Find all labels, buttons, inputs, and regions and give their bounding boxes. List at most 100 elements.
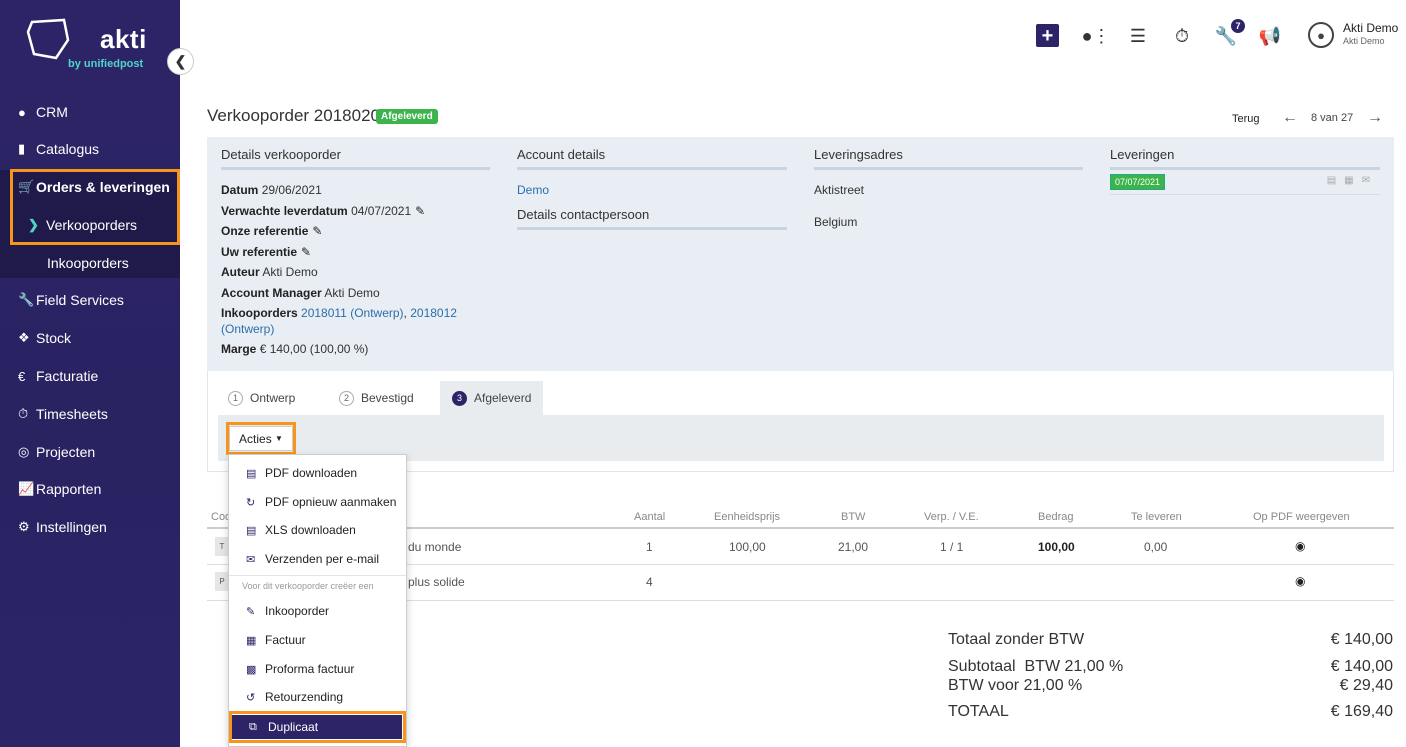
envelope-icon: ✉ (246, 553, 256, 566)
sidebar-item-label: CRM (36, 104, 68, 120)
menu-item-inkooporder[interactable]: ✎ Inkooporder (229, 599, 406, 623)
menu-divider (229, 575, 406, 576)
row-description: du monde (408, 540, 462, 554)
highlight-orders (10, 169, 180, 245)
sidebar: akti by unifiedpost ● CRM ▮ Catalogus 🛒 … (0, 0, 180, 747)
auteur-value: Akti Demo (262, 265, 318, 279)
back-link[interactable]: Terug (1232, 113, 1260, 125)
inkooporders-row: Inkooporders 2018011 (Ontwerp), 2018012 (… (221, 305, 490, 337)
tab-ontwerp[interactable]: 1 Ontwerp (228, 381, 295, 415)
avatar[interactable]: ● (1308, 22, 1334, 48)
menu-section-header: Voor dit verkooporder creëer een (242, 581, 374, 591)
megaphone-icon[interactable]: 📢 (1258, 24, 1282, 48)
sidebar-item-facturatie[interactable]: € Facturatie (0, 361, 180, 391)
pencil-icon[interactable]: ✎ (301, 245, 311, 259)
menu-item-retourzending[interactable]: ↺ Retourzending (229, 685, 406, 709)
row-prijs: 100,00 (729, 540, 766, 554)
col-btw: BTW (841, 511, 866, 523)
pencil-icon[interactable]: ✎ (415, 204, 425, 218)
invoice-icon: ▦ (246, 634, 257, 647)
chevron-left-icon: ❮ (174, 53, 187, 69)
tab-number: 3 (452, 390, 467, 406)
sidebar-item-label: Field Services (36, 292, 124, 308)
inkooporder-link[interactable]: 2018012 (410, 306, 457, 320)
contacts-icon[interactable]: ●⋮ (1082, 24, 1111, 48)
sidebar-item-rapporten[interactable]: 📈 Rapporten (0, 474, 180, 504)
datum-row: Datum 29/06/2021 (221, 180, 490, 201)
trash-icon[interactable]: ▦ (1344, 175, 1361, 186)
user-company: Akti Demo (1343, 36, 1385, 46)
menu-item-proforma[interactable]: ▩ Proforma factuur (229, 657, 406, 681)
menu-item-xls-downloaden[interactable]: ▤ XLS downloaden (229, 518, 406, 542)
envelope-icon[interactable]: ✉ (1362, 175, 1378, 186)
eye-icon[interactable]: ◉ (1295, 574, 1305, 588)
leverdatum-label: Verwachte leverdatum (221, 203, 348, 218)
tasks-icon[interactable]: ☰ (1126, 24, 1150, 48)
acties-dropdown: ▤ PDF downloaden ↻ PDF opnieuw aanmaken ▤ X… (228, 454, 407, 747)
menu-item-label: Factuur (265, 633, 306, 647)
tab-label: Afgeleverd (474, 391, 532, 405)
sidebar-item-inkooporders[interactable]: Inkooporders (0, 248, 180, 278)
add-button[interactable]: + (1036, 24, 1059, 47)
highlight-acties (226, 422, 296, 455)
row-verp: 1 / 1 (940, 540, 964, 554)
btw-label: BTW voor 21,00 % (948, 677, 1083, 694)
sidebar-item-label: Instellingen (36, 519, 107, 535)
uw-ref-label: Uw referentie (221, 244, 298, 259)
pencil-icon[interactable]: ✎ (312, 224, 322, 238)
chart-icon: 📈 (18, 481, 35, 496)
sidebar-item-label: Timesheets (36, 406, 108, 422)
col-op-pdf: Op PDF weergeven (1253, 511, 1350, 523)
menu-item-pdf-downloaden[interactable]: ▤ PDF downloaden (229, 461, 406, 485)
row-btw: 21,00 (838, 540, 869, 554)
levering-date-badge[interactable]: 07/07/2021 (1110, 174, 1166, 190)
inkooporder-link[interactable]: 2018011 (Ontwerp) (301, 306, 404, 320)
tab-number: 1 (228, 390, 243, 406)
totaal-zonder-btw-label: Totaal zonder BTW (948, 631, 1085, 648)
address-street: Aktistreet (814, 183, 865, 197)
arrow-left-icon[interactable]: ← (1282, 109, 1298, 127)
sidebar-item-catalogus[interactable]: ▮ Catalogus (0, 134, 180, 164)
menu-item-pdf-opnieuw[interactable]: ↻ PDF opnieuw aanmaken (229, 490, 406, 514)
sidebar-item-crm[interactable]: ● CRM (0, 97, 180, 127)
sidebar-item-field-services[interactable]: 🔧 Field Services (0, 285, 180, 315)
details-panel: Details verkooporder Datum 29/06/2021 Ve… (207, 137, 1394, 371)
menu-item-label: Retourzending (265, 690, 344, 704)
datum-label: Datum (221, 183, 259, 197)
collapse-sidebar-button[interactable]: ❮ (167, 48, 194, 75)
inkooporders-label: Inkooporders (221, 306, 298, 320)
totaal-zonder-btw-value: € 140,00 (1330, 631, 1393, 648)
leveringen: Leveringen 07/07/2021 ▤▦✉ (1110, 147, 1380, 195)
leveringsadres: Leveringsadres Aktistreet Belgium (814, 147, 1083, 232)
arrow-right-icon[interactable]: → (1367, 109, 1383, 127)
sidebar-item-label: Catalogus (36, 141, 100, 157)
sidebar-item-timesheets[interactable]: ⏱ Timesheets (0, 399, 180, 429)
notification-badge: 7 (1231, 19, 1245, 33)
sidebar-item-instellingen[interactable]: ⚙ Instellingen (0, 512, 180, 542)
tab-bevestigd[interactable]: 2 Bevestigd (339, 381, 414, 415)
stopwatch-icon: ⏱ (18, 406, 29, 421)
cubes-icon: ❖ (18, 330, 30, 345)
sidebar-item-projecten[interactable]: ◎ Projecten (0, 437, 180, 467)
inkooporder-link-status[interactable]: (Ontwerp) (221, 322, 274, 336)
row-code-chip: T (215, 537, 229, 556)
menu-item-factuur[interactable]: ▦ Factuur (229, 628, 406, 652)
menu-item-verzenden-email[interactable]: ✉ Verzenden per e-mail (229, 547, 406, 571)
row-bedrag: 100,00 (1038, 540, 1075, 554)
eye-icon[interactable]: ◉ (1295, 539, 1305, 553)
akti-logo[interactable]: akti by unifiedpost (26, 16, 156, 76)
leveringsadres-heading: Leveringsadres (814, 147, 1083, 170)
status-badge: Afgeleverd (376, 109, 438, 124)
account-details: Account details Demo Details contactpers… (517, 147, 787, 240)
col-aantal: Aantal (634, 511, 666, 523)
tab-afgeleverd[interactable]: 3 Afgeleverd (440, 381, 544, 415)
account-link[interactable]: Demo (517, 180, 787, 201)
pdf-file-icon[interactable]: ▤ (1327, 175, 1344, 186)
marge-label: Marge (221, 342, 257, 356)
details-heading: Details verkooporder (221, 147, 490, 170)
stopwatch-icon[interactable]: ⏱ (1170, 24, 1194, 48)
sidebar-item-label: Facturatie (36, 368, 99, 384)
sidebar-item-stock[interactable]: ❖ Stock (0, 323, 180, 353)
row-code-chip: P (215, 572, 229, 591)
user-name[interactable]: Akti Demo (1343, 21, 1398, 35)
